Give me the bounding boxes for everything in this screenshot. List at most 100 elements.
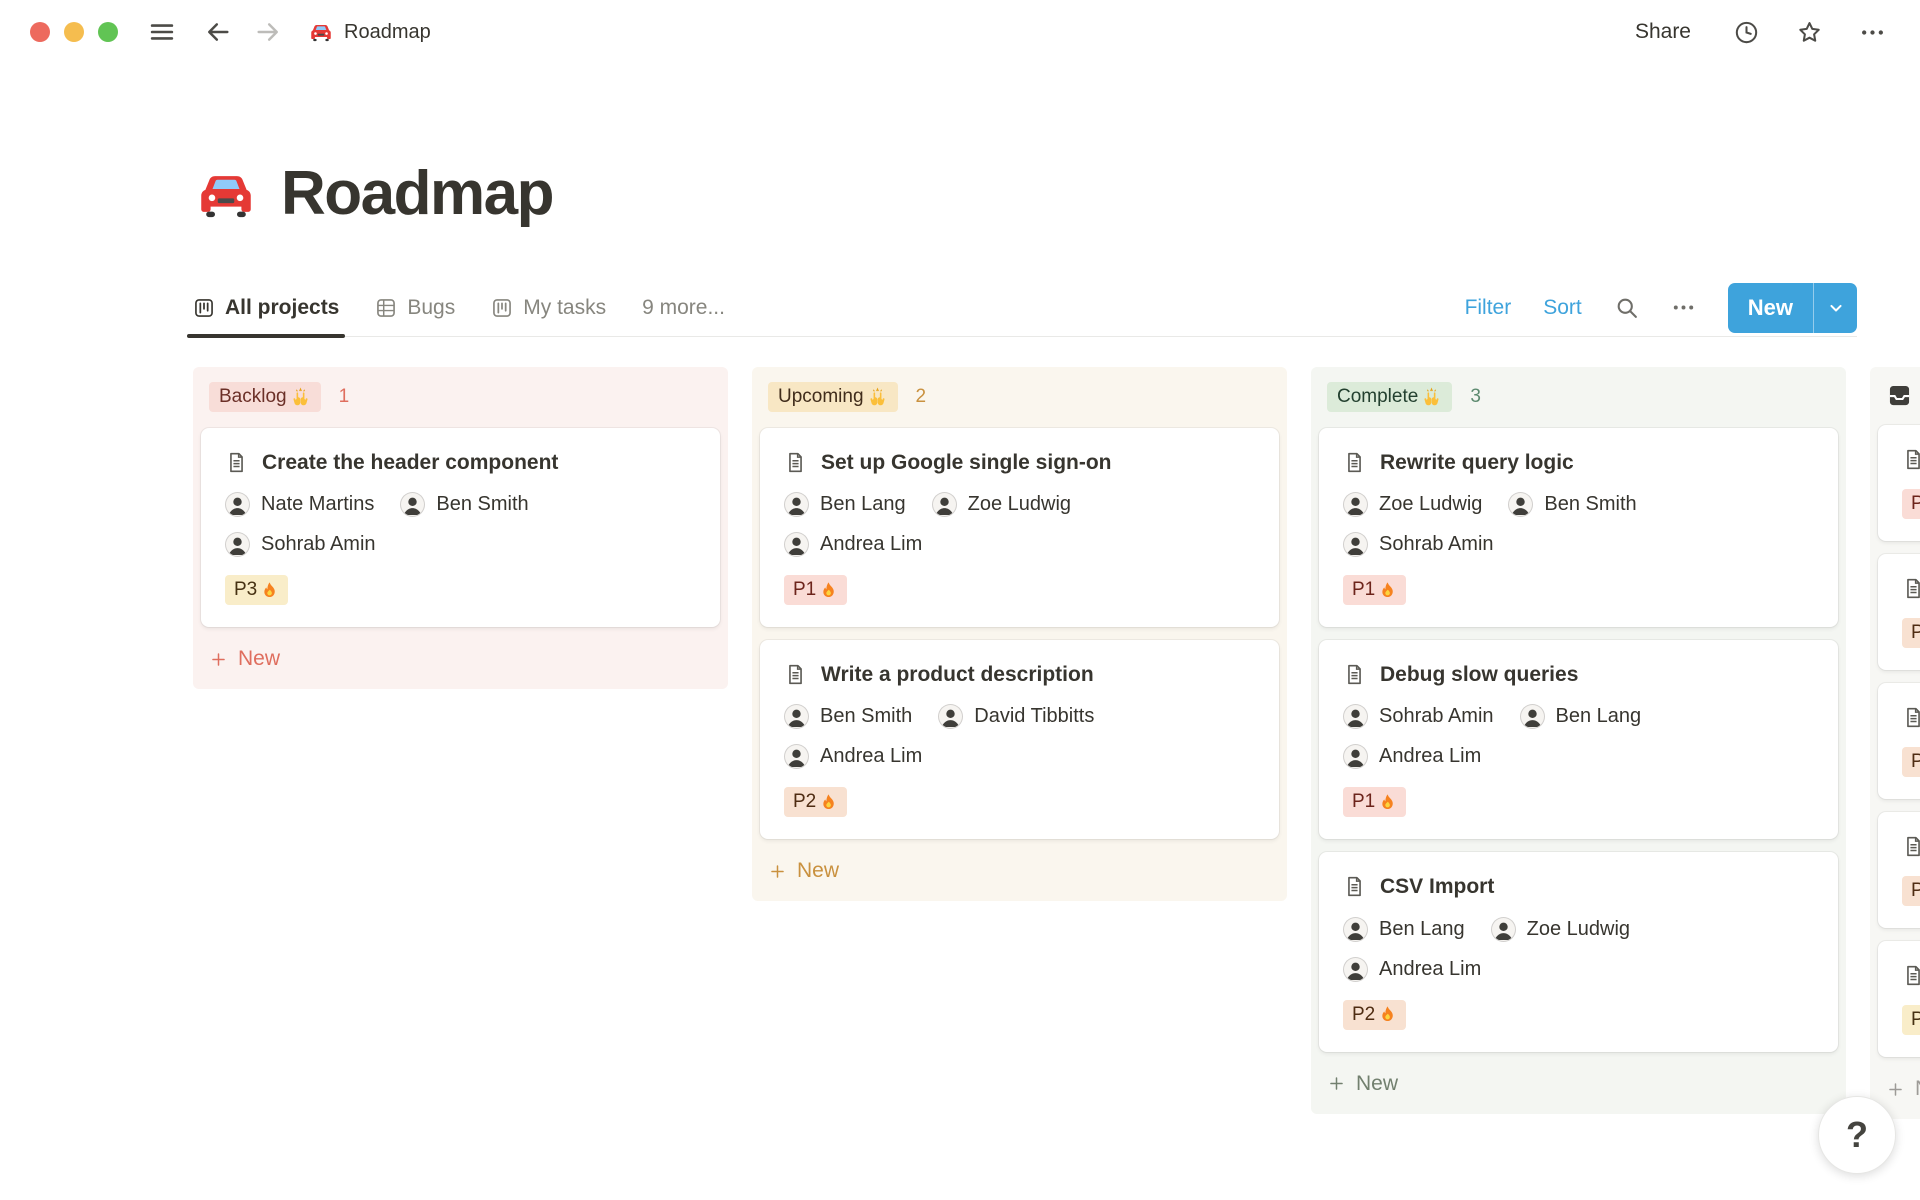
star-icon[interactable] — [1796, 19, 1823, 46]
chevron-down-icon[interactable] — [1813, 282, 1857, 333]
help-button[interactable]: ? — [1818, 1096, 1896, 1174]
page-icon — [1343, 875, 1366, 898]
avatar — [225, 492, 250, 518]
tab-my-tasks[interactable]: My tasks — [491, 279, 606, 336]
task-card[interactable]: Debug slow queries Sohrab Amin Ben Lang … — [1319, 640, 1838, 840]
task-assignees: Sohrab Amin Ben Lang Andrea Lim — [1343, 704, 1783, 770]
task-card-partial[interactable]: P2 — [1878, 554, 1920, 670]
sort-button[interactable]: Sort — [1543, 296, 1582, 320]
assignee-name: Ben Lang — [1379, 917, 1465, 940]
search-icon[interactable] — [1614, 295, 1639, 320]
page-title: Roadmap — [193, 158, 1920, 229]
column-count: 1 — [338, 386, 350, 407]
minimize-window-button[interactable] — [64, 22, 84, 42]
assignee-name: Zoe Ludwig — [1379, 493, 1483, 516]
plus-icon — [209, 650, 228, 669]
tab-all-projects[interactable]: All projects — [186, 279, 346, 338]
assignee: Zoe Ludwig — [1343, 492, 1483, 518]
filter-button[interactable]: Filter — [1465, 296, 1512, 320]
column-name-badge[interactable]: Complete — [1327, 382, 1453, 412]
task-card[interactable]: Set up Google single sign-on Ben Lang Zo… — [760, 428, 1279, 628]
task-assignees: Ben Smith David Tibbitts Andrea Lim — [784, 704, 1224, 770]
plus-icon — [768, 862, 787, 881]
task-title: Create the header component — [262, 451, 559, 474]
task-card-partial[interactable]: P2 — [1878, 683, 1920, 799]
priority-label: P1 — [1911, 493, 1920, 514]
task-card-partial[interactable]: P1 — [1878, 425, 1920, 541]
close-window-button[interactable] — [30, 22, 50, 42]
avatar — [1343, 532, 1368, 558]
task-card[interactable]: Rewrite query logic Zoe Ludwig Ben Smith… — [1319, 428, 1838, 628]
traffic-lights — [30, 22, 118, 42]
board-column: Backlog 1 Create the header component Na… — [193, 367, 728, 690]
task-card[interactable]: Write a product description Ben Smith Da… — [760, 640, 1279, 840]
page-icon — [1902, 706, 1920, 729]
inbox-tray-icon — [1886, 382, 1913, 409]
assignee: Andrea Lim — [1343, 744, 1481, 770]
avatar — [225, 532, 250, 558]
breadcrumb[interactable]: Roadmap — [308, 19, 431, 45]
assignee: Ben Smith — [784, 704, 912, 730]
car-emoji-icon[interactable] — [193, 161, 259, 227]
raised-hands-icon — [867, 387, 888, 408]
column-name: Complete — [1337, 386, 1419, 407]
assignee-name: Andrea Lim — [820, 745, 923, 768]
task-card[interactable]: Create the header component Nate Martins… — [201, 428, 720, 628]
column-name-badge[interactable]: Backlog — [209, 382, 321, 412]
new-button-group: New — [1727, 282, 1857, 333]
column-new-button[interactable]: New — [201, 639, 288, 679]
task-title-row: Create the header component — [225, 450, 696, 475]
task-assignees: Ben Lang Zoe Ludwig Andrea Lim — [1343, 916, 1783, 982]
ellipsis-icon[interactable] — [1671, 295, 1696, 320]
window-titlebar: Roadmap Share — [0, 0, 1920, 64]
page-icon — [1343, 451, 1366, 474]
avatar — [784, 704, 809, 730]
page-title-text[interactable]: Roadmap — [281, 158, 554, 229]
column-header — [1878, 382, 1920, 409]
priority-badge: P1 — [1902, 489, 1920, 519]
assignee-name: Sohrab Amin — [261, 533, 376, 556]
assignee-name: Sohrab Amin — [1379, 705, 1494, 728]
assignee: Ben Lang — [1519, 704, 1641, 730]
page-icon — [1902, 964, 1920, 987]
clock-icon[interactable] — [1733, 19, 1760, 46]
task-title-row — [1902, 447, 1920, 471]
column-new-button[interactable]: New — [1878, 1069, 1920, 1109]
tab-more-views[interactable]: 9 more... — [642, 279, 725, 336]
sidebar-toggle-icon[interactable] — [148, 18, 176, 46]
priority-label: P2 — [1911, 751, 1920, 772]
assignee: Zoe Ludwig — [1490, 916, 1630, 942]
assignee: Nate Martins — [225, 492, 374, 518]
assignee-name: Ben Lang — [820, 493, 906, 516]
plus-icon — [1327, 1074, 1346, 1093]
new-button[interactable]: New — [1728, 283, 1813, 333]
priority-label: P2 — [793, 791, 817, 813]
ellipsis-icon[interactable] — [1859, 19, 1886, 46]
task-title-row: CSV Import — [1343, 874, 1814, 899]
tab-bugs[interactable]: Bugs — [375, 279, 455, 336]
forward-arrow-icon[interactable] — [254, 18, 282, 46]
back-arrow-icon[interactable] — [204, 18, 232, 46]
share-button[interactable]: Share — [1629, 19, 1697, 45]
priority-badge: P2 — [1902, 618, 1920, 648]
column-header: Upcoming 2 — [760, 382, 1279, 412]
column-new-button[interactable]: New — [1319, 1064, 1406, 1104]
avatar — [938, 704, 964, 730]
column-new-button[interactable]: New — [760, 851, 847, 891]
avatar — [1343, 704, 1368, 730]
task-card-partial[interactable]: P3 — [1878, 941, 1920, 1057]
task-card-partial[interactable]: P2 — [1878, 812, 1920, 928]
column-count: 2 — [915, 386, 927, 407]
avatar — [1519, 704, 1545, 730]
task-card[interactable]: CSV Import Ben Lang Zoe Ludwig Andrea Li… — [1319, 852, 1838, 1052]
column-name-badge[interactable]: Upcoming — [768, 382, 898, 412]
task-title: Write a product description — [821, 663, 1094, 687]
priority-badge: P3 — [225, 575, 289, 606]
new-label: New — [238, 647, 281, 671]
board-column-partial: P1 P2 P2 P2 P3 New — [1870, 367, 1920, 1119]
column-cards: Create the header component Nate Martins… — [201, 428, 720, 628]
assignee: Ben Smith — [400, 492, 529, 518]
column-header: Complete 3 — [1319, 382, 1838, 412]
task-title: CSV Import — [1380, 875, 1495, 899]
zoom-window-button[interactable] — [98, 22, 118, 42]
